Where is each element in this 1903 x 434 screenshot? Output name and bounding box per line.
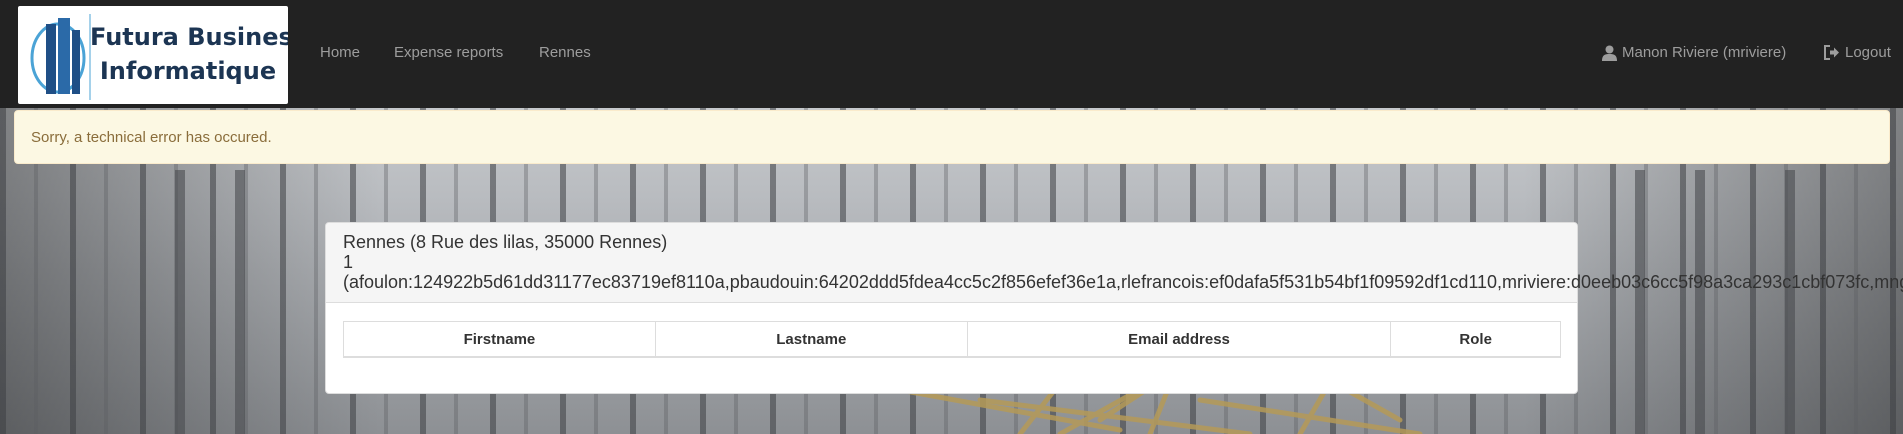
office-title: Rennes (8 Rue des lilas, 35000 Rennes)	[343, 232, 668, 252]
panel-heading: Rennes (8 Rue des lilas, 35000 Rennes) 1…	[326, 223, 1903, 303]
column-header-email[interactable]: Email address	[966, 321, 1392, 358]
user-name-label: Manon Riviere (mriviere)	[1622, 44, 1787, 61]
nav-logout-link[interactable]: Logout	[1824, 44, 1891, 61]
users-hash-dump: (afoulon:124922b5d61dd31177ec83719ef8110…	[343, 272, 1903, 292]
column-header-role[interactable]: Role	[1390, 321, 1561, 358]
users-table: Firstname Lastname Email address Role	[343, 321, 1561, 358]
user-count: 1	[343, 252, 354, 272]
nav-user-link[interactable]: Manon Riviere (mriviere)	[1602, 44, 1786, 61]
brand-logo[interactable]: Futura Business Informatique	[18, 6, 288, 104]
nav-home-link[interactable]: Home	[320, 44, 360, 61]
logout-label: Logout	[1845, 44, 1891, 61]
alert-message: Sorry, a technical error has occured.	[31, 129, 272, 146]
top-navbar: Futura Business Informatique Home Expens…	[0, 0, 1903, 108]
logo-line-2: Informatique	[99, 57, 277, 85]
table-header-row: Firstname Lastname Email address Role	[343, 321, 1561, 358]
column-header-firstname[interactable]: Firstname	[343, 321, 656, 358]
nav-rennes-link[interactable]: Rennes	[539, 44, 591, 61]
logo-line-1: Futura Business	[90, 23, 288, 51]
nav-expense-reports-link[interactable]: Expense reports	[394, 44, 503, 61]
office-panel: Rennes (8 Rue des lilas, 35000 Rennes) 1…	[325, 222, 1903, 394]
user-icon	[1602, 45, 1617, 61]
error-alert: Sorry, a technical error has occured.	[14, 110, 1890, 164]
column-header-lastname[interactable]: Lastname	[654, 321, 968, 358]
logout-icon	[1824, 45, 1839, 60]
